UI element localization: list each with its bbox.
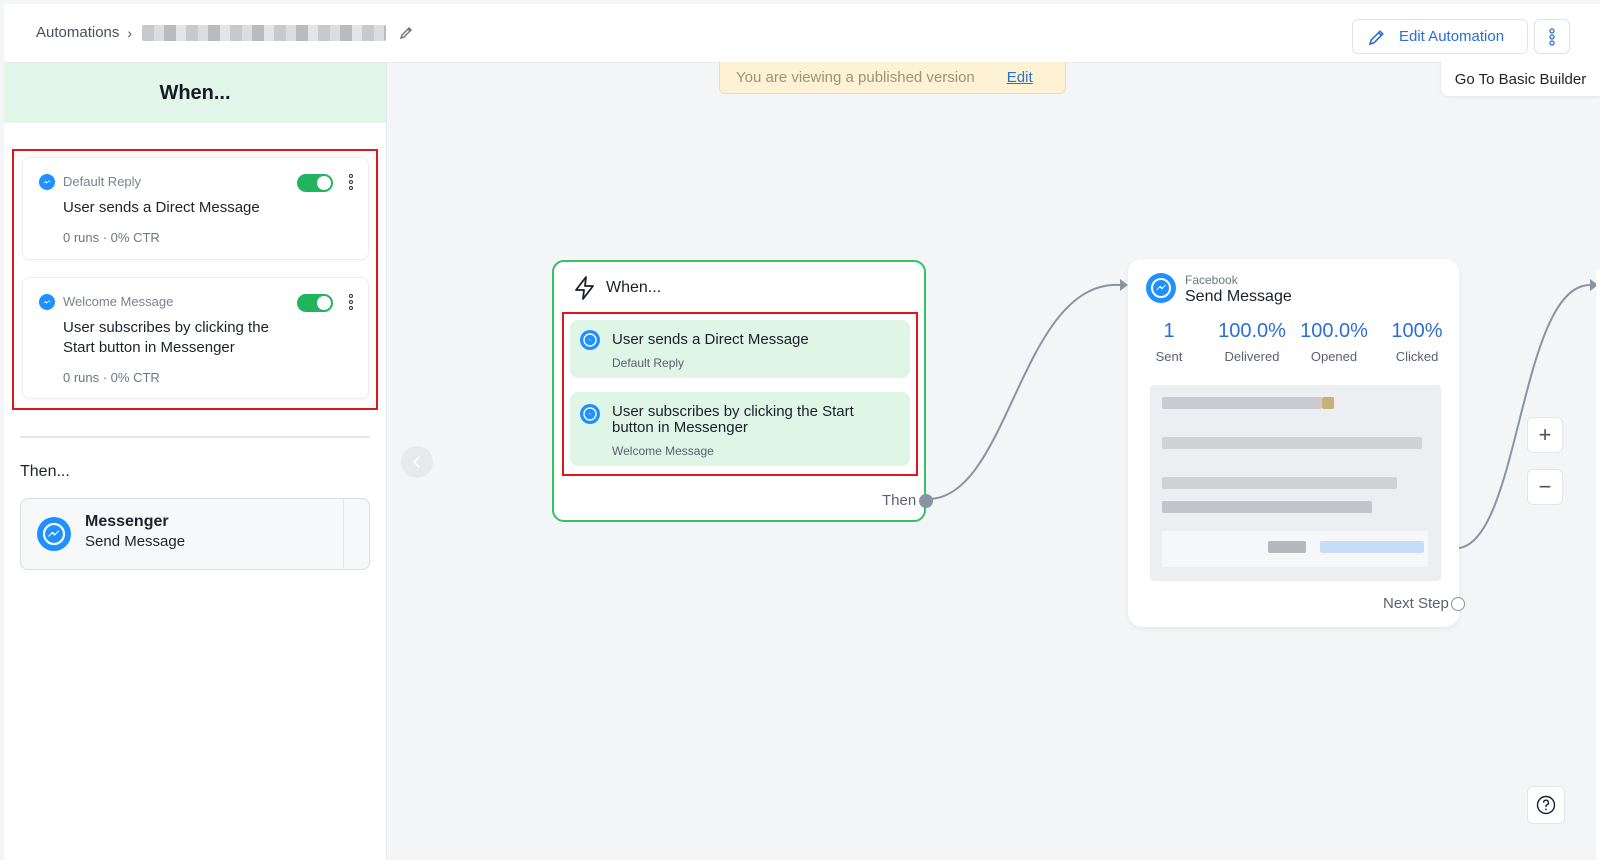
metric-label: Clicked — [1395, 349, 1439, 364]
redacted-emoji — [1322, 397, 1334, 409]
send-message-node[interactable]: Facebook Send Message 1 Sent 100.0% Deli… — [1128, 259, 1465, 627]
node-source: Facebook — [1185, 273, 1238, 287]
lightning-icon — [575, 276, 594, 300]
metric-value: 1 — [1163, 320, 1175, 342]
node-name: Send Message — [1185, 288, 1292, 305]
metric-value: 100% — [1391, 320, 1443, 342]
metric-opened: 100.0% Opened — [1294, 320, 1374, 364]
metric-label: Opened — [1310, 349, 1358, 364]
metric-sent: 1 Sent — [1129, 320, 1209, 364]
metric-value: 100.0% — [1300, 320, 1368, 342]
redacted-text — [1162, 501, 1372, 513]
help-icon — [1536, 795, 1556, 815]
highlight-box — [562, 312, 918, 476]
metric-label: Delivered — [1224, 349, 1280, 364]
next-step-label: Next Step — [1383, 595, 1449, 612]
when-node[interactable]: When... User sends a Direct Message Defa… — [552, 260, 933, 522]
redacted-text — [1162, 397, 1322, 409]
metric-value: 100.0% — [1218, 320, 1286, 342]
when-node-title: When... — [606, 279, 662, 296]
redacted-link — [1320, 541, 1424, 553]
redacted-text — [1162, 437, 1422, 449]
output-port[interactable] — [1451, 597, 1465, 611]
metric-delivered: 100.0% Delivered — [1212, 320, 1292, 364]
messenger-icon — [1146, 273, 1176, 303]
zoom-out-button[interactable]: − — [1527, 469, 1563, 505]
redacted-text — [1268, 541, 1306, 553]
when-node-then-label: Then — [882, 492, 917, 509]
message-preview-redacted — [1150, 385, 1441, 581]
next-node-edge — [1596, 270, 1600, 860]
output-port[interactable] — [919, 494, 933, 508]
zoom-in-button[interactable]: + — [1527, 417, 1563, 453]
redacted-text — [1162, 477, 1397, 489]
when-node-header: When... — [574, 276, 661, 300]
metric-label: Sent — [1155, 349, 1183, 364]
metric-clicked: 100% Clicked — [1377, 320, 1457, 364]
help-button[interactable] — [1527, 786, 1565, 824]
